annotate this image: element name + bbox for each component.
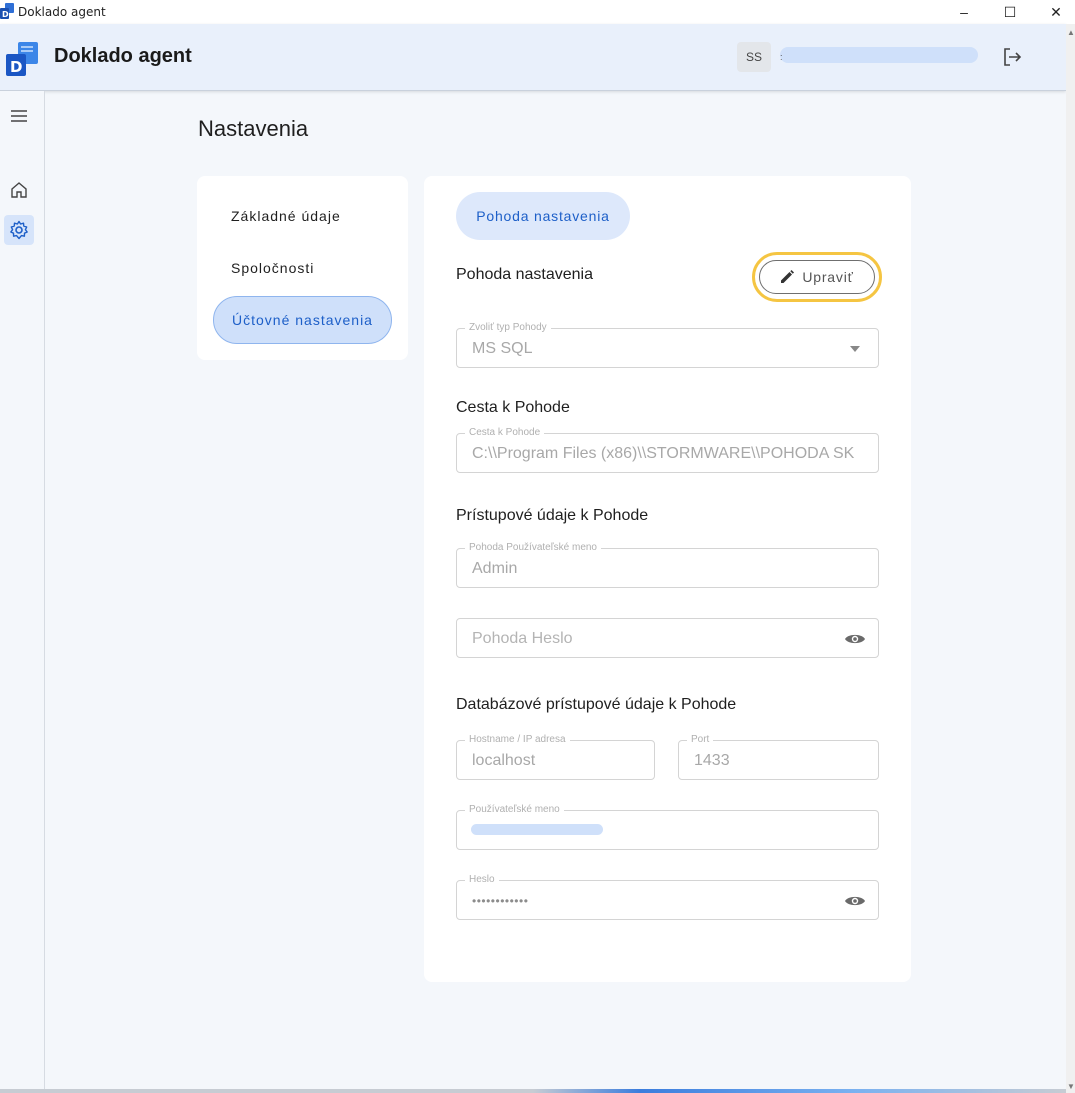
hostname-label: Hostname / IP adresa (465, 734, 570, 745)
app-icon: D (0, 3, 14, 19)
eye-icon[interactable] (844, 629, 866, 649)
pohoda-username-label: Pohoda Používateľské meno (465, 542, 601, 553)
scroll-up-icon[interactable]: ▲ (1067, 28, 1075, 37)
pohoda-type-label: Zvoliť typ Pohody (465, 322, 551, 333)
app-header: D Doklado agent SS : (0, 24, 1066, 91)
logout-icon[interactable] (1001, 46, 1023, 68)
db-password-label: Heslo (465, 874, 499, 885)
pohoda-password-placeholder: Pohoda Heslo (472, 630, 573, 647)
edit-button[interactable]: Upraviť (759, 260, 875, 294)
maximize-button[interactable]: ☐ (987, 0, 1033, 24)
eye-icon[interactable] (844, 891, 866, 911)
pohoda-settings-card: Pohoda nastavenia Pohoda nastavenia Upra… (424, 176, 911, 982)
settings-nav-accounting[interactable]: Účtovné nastavenia (213, 296, 392, 344)
port-label: Port (687, 734, 714, 745)
db-password-value: •••••••••••• (472, 894, 529, 908)
pohoda-path-value: C:\\Program Files (x86)\\STORMWARE\\POHO… (472, 445, 855, 462)
settings-nav: Základné údaje Spoločnosti Účtovné nasta… (197, 176, 408, 360)
settings-nav-basic[interactable]: Základné údaje (213, 192, 392, 240)
scroll-down-icon[interactable]: ▼ (1067, 1082, 1075, 1091)
tab-pohoda-settings[interactable]: Pohoda nastavenia (456, 192, 630, 240)
avatar[interactable]: SS (737, 42, 771, 72)
settings-icon[interactable] (4, 215, 34, 245)
sidebar (0, 91, 45, 1091)
window-titlebar: D Doklado agent – ☐ ✕ (0, 0, 1075, 24)
db-password-field[interactable]: Heslo •••••••••••• (456, 874, 879, 920)
hostname-field[interactable]: Hostname / IP adresa localhost (456, 734, 655, 780)
close-button[interactable]: ✕ (1033, 0, 1075, 24)
pohoda-type-select[interactable]: Zvoliť typ Pohody MS SQL (456, 322, 879, 368)
section-title-database: Databázové prístupové údaje k Pohode (456, 696, 737, 713)
app-logo-icon: D (6, 42, 38, 76)
app-title: Doklado agent (54, 45, 192, 67)
window-title: Doklado agent (18, 5, 106, 19)
port-field[interactable]: Port 1433 (678, 734, 879, 780)
edit-button-label: Upraviť (802, 269, 854, 285)
db-username-redacted (471, 824, 603, 835)
menu-icon[interactable] (4, 101, 34, 131)
pencil-icon (781, 270, 795, 283)
user-email-redacted: : (780, 47, 978, 63)
db-username-field[interactable]: Používateľské meno (456, 804, 879, 850)
pohoda-username-value: Admin (472, 560, 518, 577)
scrollbar[interactable]: ▲ ▼ (1066, 24, 1075, 1093)
page-title: Nastavenia (198, 116, 309, 141)
svg-text:D: D (2, 10, 9, 19)
pohoda-password-field[interactable]: Pohoda Heslo (456, 618, 879, 658)
port-value: 1433 (694, 752, 730, 769)
section-title-pohoda: Pohoda nastavenia (456, 266, 593, 283)
dropdown-arrow-icon[interactable] (844, 339, 866, 359)
pohoda-path-field[interactable]: Cesta k Pohode C:\\Program Files (x86)\\… (456, 427, 879, 473)
home-icon[interactable] (4, 175, 34, 205)
section-title-path: Cesta k Pohode (456, 399, 570, 416)
pohoda-path-label: Cesta k Pohode (465, 427, 545, 438)
window-bottom-edge (0, 1089, 1066, 1093)
section-title-access: Prístupové údaje k Pohode (456, 507, 649, 524)
svg-text:D: D (10, 58, 22, 76)
edit-button-focus-ring: Upraviť (752, 252, 882, 302)
db-username-label: Používateľské meno (465, 804, 564, 815)
minimize-button[interactable]: – (941, 0, 987, 24)
settings-nav-companies[interactable]: Spoločnosti (213, 244, 392, 292)
pohoda-username-field[interactable]: Pohoda Používateľské meno Admin (456, 542, 879, 588)
pohoda-type-value: MS SQL (472, 340, 533, 357)
